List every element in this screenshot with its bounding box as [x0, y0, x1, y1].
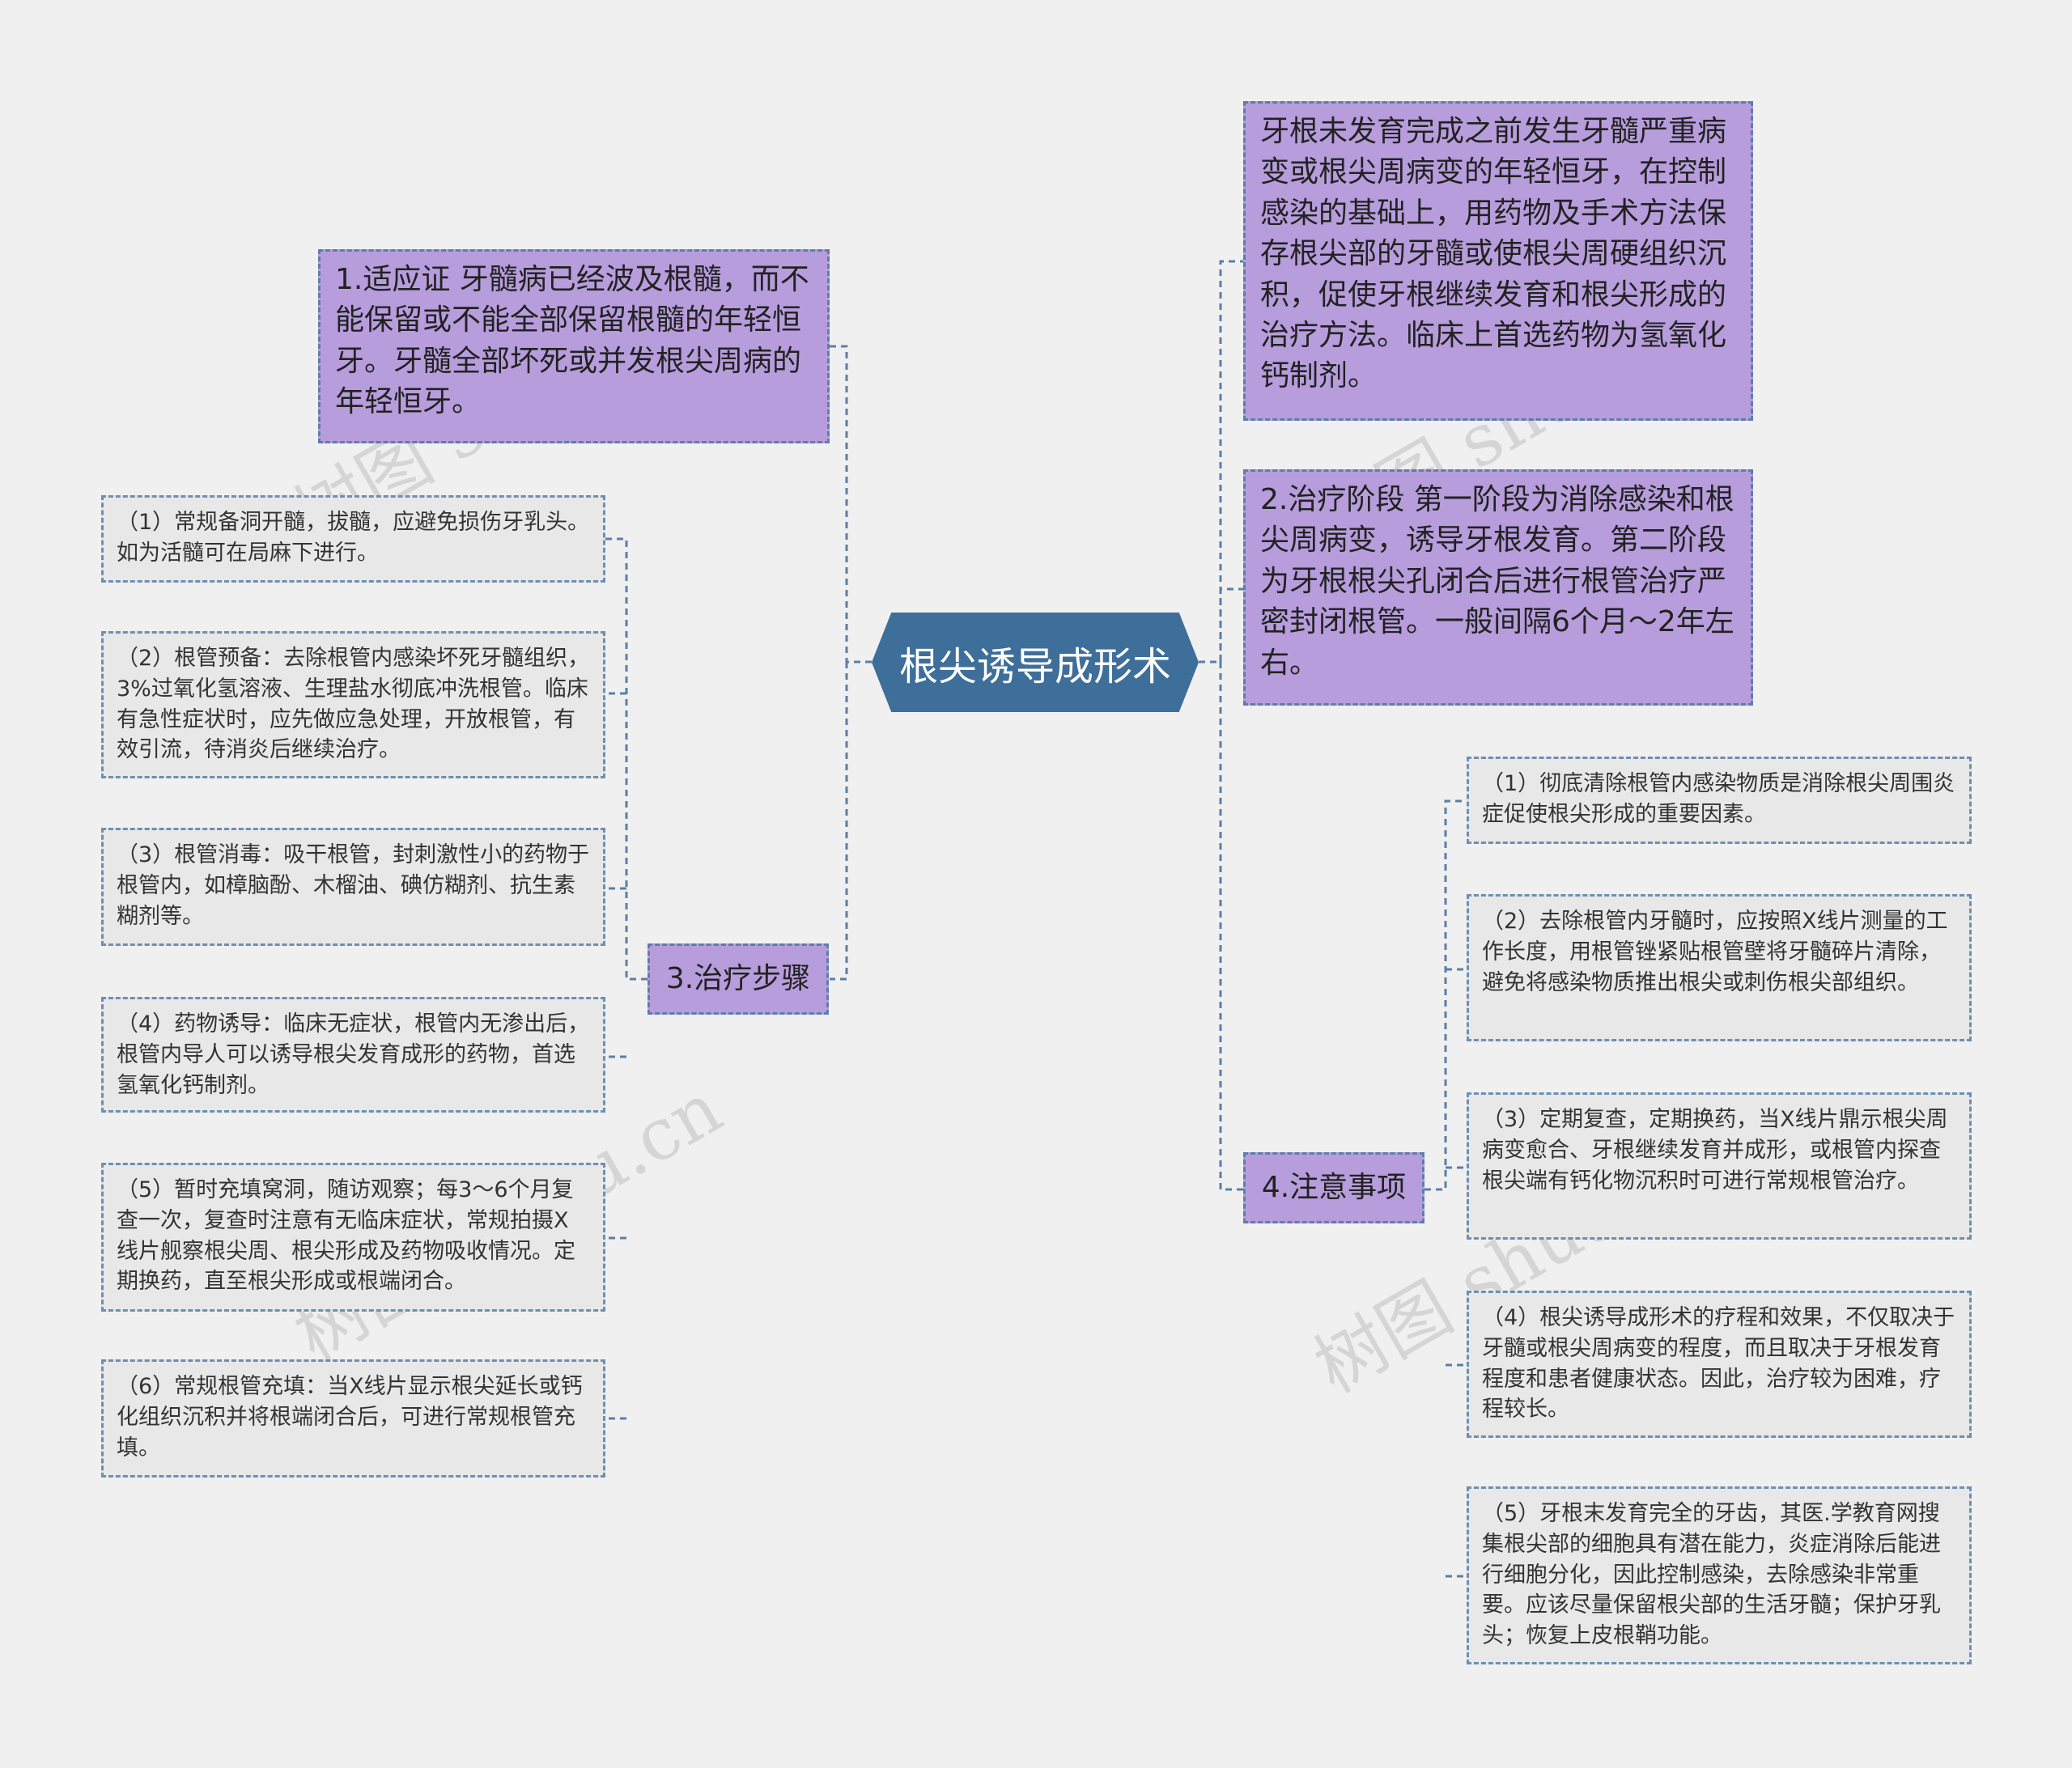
note-item-1[interactable]: （1）彻底清除根管内感染物质是消除根尖周围炎症促使根尖形成的重要因素。 — [1467, 757, 1972, 844]
connector-steps — [605, 537, 648, 1420]
connector-notes — [1424, 799, 1467, 1578]
note-item-2[interactable]: （2）去除根管内牙髓时，应按照X线片测量的工作长度，用根管锉紧贴根管壁将牙髓碎片… — [1467, 894, 1972, 1041]
steps-label-node[interactable]: 3.治疗步骤 — [648, 943, 829, 1015]
step-item-2[interactable]: （2）根管预备：去除根管内感染坏死牙髓组织，3%过氧化氢溶液、生理盐水彻底冲洗根… — [101, 631, 605, 778]
stage-node[interactable]: 2.治疗阶段 第一阶段为消除感染和根尖周病变，诱导牙根发育。第二阶段为牙根根尖孔… — [1243, 469, 1753, 706]
step-item-1[interactable]: （1）常规备洞开髓，拔髓，应避免损伤牙乳头。如为活髓可在局麻下进行。 — [101, 495, 605, 583]
indication-node[interactable]: 1.适应证 牙髓病已经波及根髓，而不能保留或不能全部保留根髓的年轻恒牙。牙髓全部… — [318, 249, 830, 443]
step-item-5[interactable]: （5）暂时充填窝洞，随访观察；每3～6个月复查一次，复查时注意有无临床症状，常规… — [101, 1163, 605, 1312]
connector-right-spine — [1199, 260, 1243, 1191]
intro-node[interactable]: 牙根未发育完成之前发生牙髓严重病变或根尖周病变的年轻恒牙，在控制感染的基础上，用… — [1243, 101, 1753, 421]
step-item-6[interactable]: （6）常规根管充填：当X线片显示根尖延长或钙化组织沉积并将根端闭合后，可进行常规… — [101, 1359, 605, 1478]
note-item-3[interactable]: （3）定期复查，定期换药，当X线片鼎示根尖周病变愈合、牙根继续发育并成形，或根管… — [1467, 1092, 1972, 1240]
step-item-4[interactable]: （4）药物诱导：临床无症状，根管内无渗出后，根管内导人可以诱导根尖发育成形的药物… — [101, 997, 605, 1113]
note-item-4[interactable]: （4）根尖诱导成形术的疗程和效果，不仅取决于牙髓或根尖周病变的程度，而且取决于牙… — [1467, 1291, 1972, 1438]
connector-left-spine — [830, 345, 872, 981]
notes-label-node[interactable]: 4.注意事项 — [1243, 1152, 1424, 1223]
step-item-3[interactable]: （3）根管消毒：吸干根管，封刺激性小的药物于根管内，如樟脑酚、木榴油、碘仿糊剂、… — [101, 828, 605, 946]
note-item-5[interactable]: （5）牙根末发育完全的牙齿，其医.学教育网搜集根尖部的细胞具有潜在能力，炎症消除… — [1467, 1486, 1972, 1664]
central-topic[interactable]: 根尖诱导成形术 — [872, 613, 1199, 712]
